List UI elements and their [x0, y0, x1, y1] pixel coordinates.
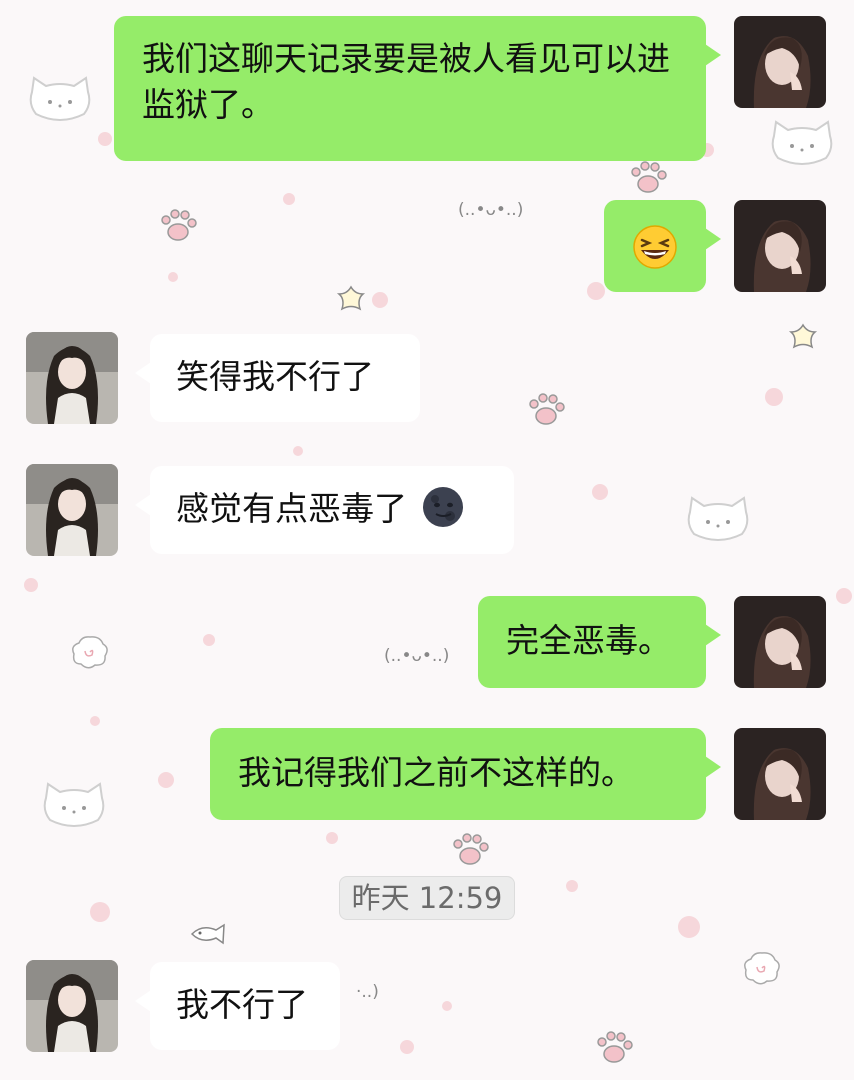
incoming-message-bubble[interactable]: 我不行了 [135, 962, 340, 1050]
flower-icon [788, 323, 818, 349]
emoticon-decor: ·..) [356, 982, 379, 1002]
my-avatar[interactable] [734, 16, 826, 108]
fish-icon [190, 923, 225, 945]
message-text: 我们这聊天记录要是被人看见可以进监狱了。 [142, 39, 670, 124]
message-text: 感觉有点恶毒了 [176, 489, 407, 528]
cat-face-icon [687, 496, 749, 541]
message-text: 我不行了 [176, 985, 308, 1024]
outgoing-message-bubble[interactable]: 我们这聊天记录要是被人看见可以进监狱了。 [114, 16, 721, 161]
outgoing-message-bubble[interactable]: 我记得我们之前不这样的。 [210, 728, 721, 820]
paw-icon [631, 161, 667, 193]
grinning-squint-face-emoji [633, 225, 677, 269]
cat-face-icon [29, 76, 91, 121]
my-avatar[interactable] [734, 596, 826, 688]
outgoing-emoji-bubble[interactable] [604, 200, 721, 292]
incoming-message-bubble[interactable]: 感觉有点恶毒了 [135, 466, 514, 554]
message-text: 我记得我们之前不这样的。 [238, 753, 634, 792]
paw-icon [529, 393, 565, 425]
friend-avatar[interactable] [26, 960, 118, 1052]
message-text: 笑得我不行了 [176, 357, 374, 396]
my-avatar[interactable] [734, 728, 826, 820]
swirl-icon [744, 952, 780, 985]
paw-icon [161, 209, 197, 241]
message-timestamp: 昨天 12:59 [339, 876, 515, 920]
my-avatar[interactable] [734, 200, 826, 292]
incoming-message-bubble[interactable]: 笑得我不行了 [135, 334, 420, 422]
message-text: 完全恶毒。 [506, 621, 671, 660]
swirl-icon [72, 636, 108, 669]
cat-face-icon [771, 120, 833, 165]
paw-icon [453, 833, 489, 865]
emoticon-decor: (..•ᴗ•..) [384, 646, 450, 666]
friend-avatar[interactable] [26, 332, 118, 424]
outgoing-message-bubble[interactable]: 完全恶毒。 [478, 596, 721, 688]
flower-icon [336, 285, 366, 311]
emoticon-decor: (..•ᴗ•..) [458, 200, 524, 220]
cat-face-icon [43, 782, 105, 827]
new-moon-face-emoji [422, 487, 463, 527]
friend-avatar[interactable] [26, 464, 118, 556]
paw-icon [597, 1031, 633, 1063]
